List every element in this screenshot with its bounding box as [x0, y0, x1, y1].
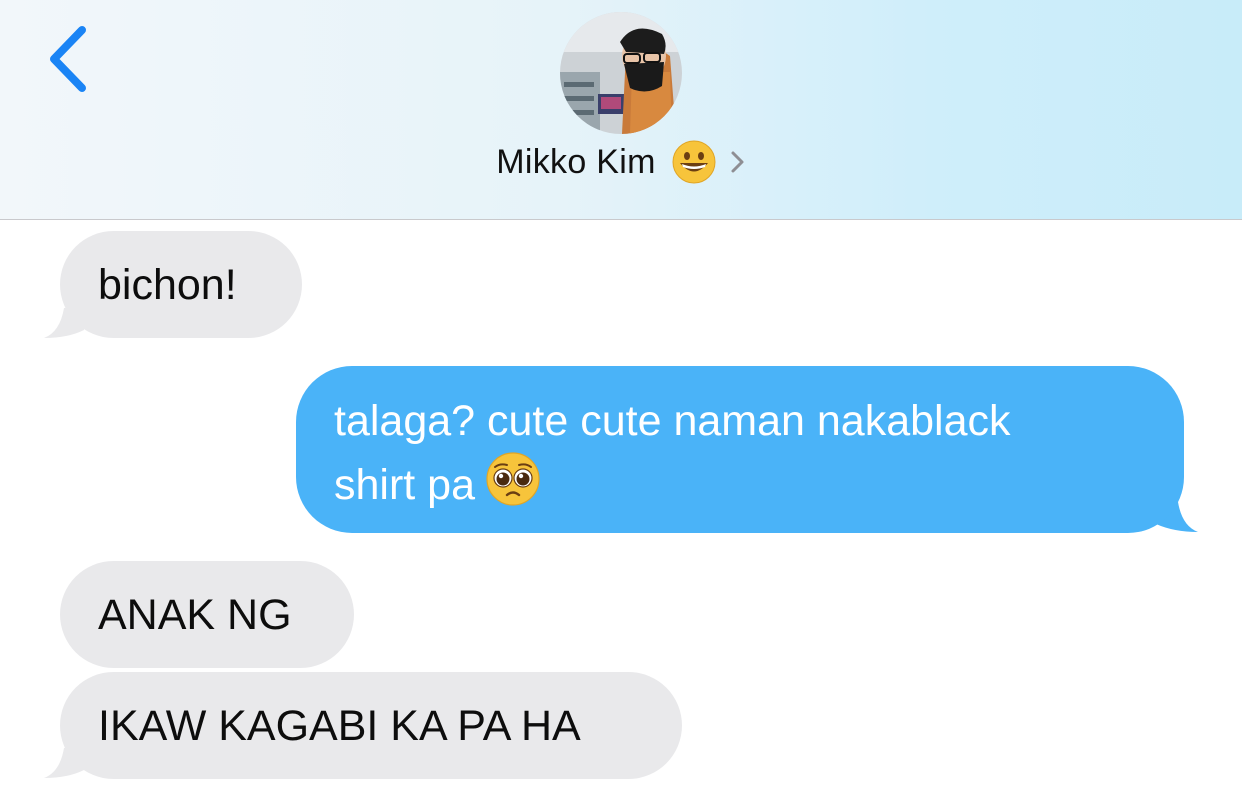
back-button[interactable]: [40, 22, 100, 96]
message-text: ANAK NG: [98, 591, 292, 639]
avatar[interactable]: [560, 12, 682, 134]
message-text: bichon!: [98, 261, 237, 309]
message-bubble-incoming[interactable]: bichon!: [60, 231, 302, 338]
message-bubble-outgoing[interactable]: talaga? cute cute naman nakablack shirt …: [296, 366, 1184, 533]
chevron-left-icon: [50, 26, 86, 92]
conversation-header: Mikko Kim: [0, 0, 1242, 220]
message-text-line: shirt pa: [334, 461, 476, 509]
message-bubble-incoming[interactable]: IKAW KAGABI KA PA HA: [60, 672, 682, 779]
contact-name: Mikko Kim: [496, 142, 656, 181]
grinning-face-emoji-icon: [672, 140, 716, 184]
contact-details-button[interactable]: Mikko Kim: [0, 140, 1242, 194]
chevron-right-icon: [730, 149, 746, 175]
message-thread: bichon! talaga? cute cute naman nakablac…: [0, 220, 1242, 801]
message-text-line: talaga? cute cute naman nakablack: [334, 397, 1011, 445]
message-bubble-incoming[interactable]: ANAK NG: [60, 561, 354, 668]
message-text: IKAW KAGABI KA PA HA: [98, 702, 581, 750]
pleading-face-emoji-icon: [485, 451, 541, 507]
